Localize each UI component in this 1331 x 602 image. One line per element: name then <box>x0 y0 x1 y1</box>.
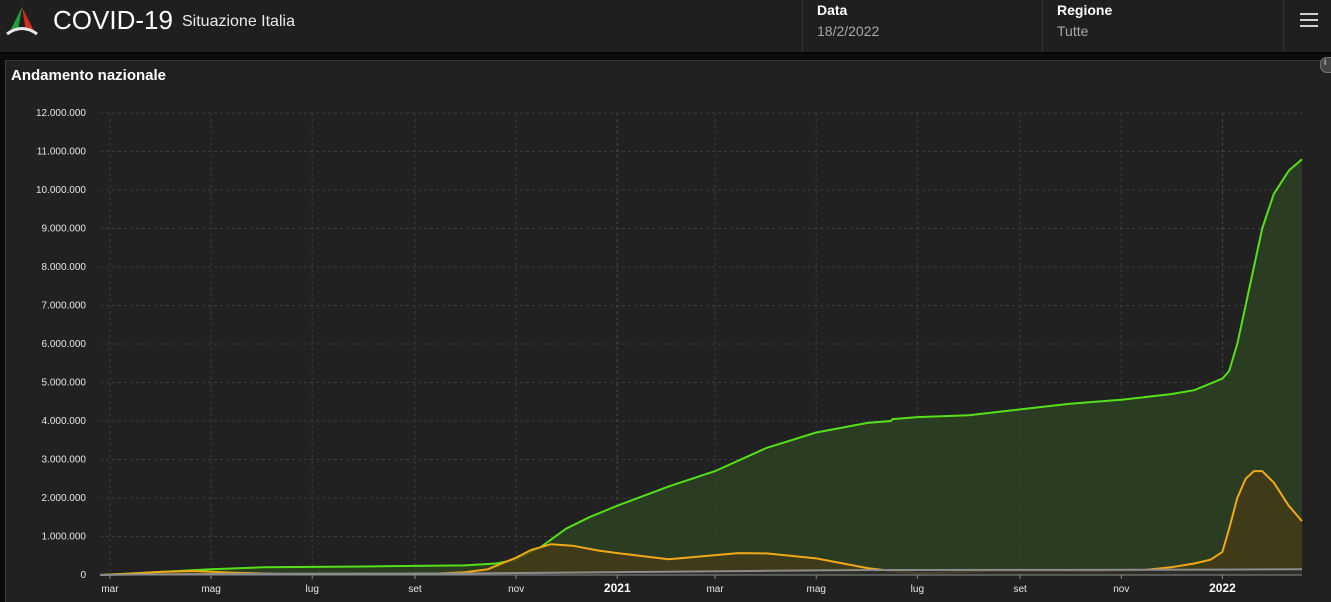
y-tick-label: 0 <box>80 570 86 581</box>
x-tick-label: mag <box>806 584 825 595</box>
x-tick-label: mag <box>201 584 220 595</box>
y-tick-label: 10.000.000 <box>36 185 86 196</box>
y-tick-label: 11.000.000 <box>37 147 87 158</box>
y-tick-label: 8.000.000 <box>42 262 87 273</box>
national-trend-chart: 0 1.000.000 2.000.000 3.000.000 4.000.000 5.0… <box>36 108 1303 595</box>
y-tick-label: 3.000.000 <box>42 455 87 466</box>
y-tick-label: 6.000.000 <box>42 339 87 350</box>
x-tick-label: 2021 <box>604 581 631 595</box>
y-tick-label: 5.000.000 <box>42 378 87 389</box>
x-tick-label: mar <box>706 584 724 595</box>
x-tick-label: set <box>1013 584 1027 595</box>
x-tick-label: lug <box>306 584 319 595</box>
x-tick-label: mar <box>101 584 119 595</box>
x-tick-label: 2022 <box>1209 581 1236 595</box>
y-tick-label: 4.000.000 <box>42 416 87 427</box>
x-tick-label: set <box>408 584 422 595</box>
x-tick-label: nov <box>508 584 524 595</box>
y-tick-label: 7.000.000 <box>42 301 87 312</box>
y-tick-label: 2.000.000 <box>42 493 87 504</box>
y-tick-label: 12.000.000 <box>36 108 86 119</box>
y-tick-label: 1.000.000 <box>42 532 87 543</box>
x-tick-label: lug <box>911 584 924 595</box>
x-tick-label: nov <box>1113 584 1129 595</box>
y-tick-label: 9.000.000 <box>42 224 87 235</box>
